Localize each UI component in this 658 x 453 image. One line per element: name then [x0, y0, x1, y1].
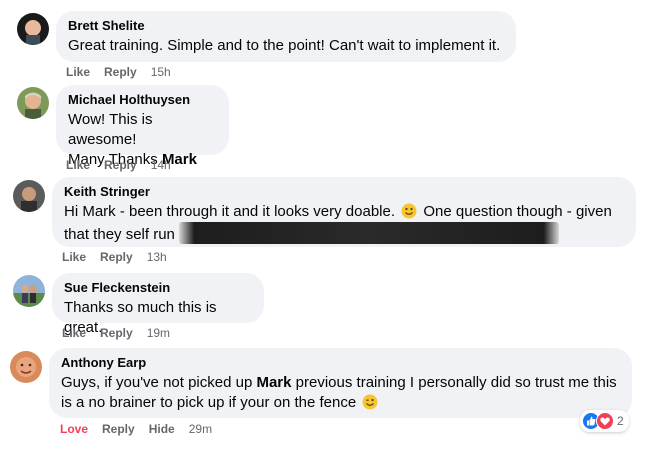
- comment-actions: Love Reply Hide 29m: [60, 421, 212, 437]
- smile-emoji-icon: [401, 203, 417, 219]
- comment-text: Hi Mark - been through it and it looks v…: [64, 203, 396, 220]
- mention-link[interactable]: Mark: [256, 374, 291, 391]
- reaction-summary[interactable]: 2: [580, 410, 629, 432]
- like-button[interactable]: Like: [62, 250, 86, 264]
- reply-button[interactable]: Reply: [102, 422, 135, 436]
- comment-bubble: Sue Fleckenstein Thanks so much this is …: [52, 273, 264, 336]
- reply-button[interactable]: Reply: [100, 250, 133, 264]
- timestamp[interactable]: 13h: [147, 250, 167, 264]
- comment-bubble: Brett Shelite Great training. Simple and…: [56, 11, 516, 62]
- comment-actions: Like Reply 13h: [62, 249, 167, 265]
- comment-actions: Like Reply 15h: [66, 64, 171, 80]
- like-button[interactable]: Like: [66, 158, 90, 172]
- comment-text: Guys, if you've not picked up: [61, 374, 257, 391]
- avatar[interactable]: [10, 351, 42, 383]
- comment-bubble: Michael Holthuysen Wow! This is awesome!…: [56, 85, 229, 168]
- comment-author[interactable]: Brett Shelite: [68, 18, 504, 34]
- reply-button[interactable]: Reply: [100, 326, 133, 340]
- comment-text: Great training. Simple and to the point!…: [68, 37, 501, 54]
- comment-text: that they self run: [64, 226, 175, 243]
- timestamp[interactable]: 29m: [189, 422, 212, 436]
- avatar[interactable]: [17, 13, 49, 45]
- comment-bubble: Keith Stringer Hi Mark - been through it…: [52, 177, 636, 247]
- reaction-count: 2: [617, 414, 624, 428]
- comment-bubble: Anthony Earp Guys, if you've not picked …: [49, 348, 632, 418]
- like-button[interactable]: Like: [66, 65, 90, 79]
- comment-author[interactable]: Keith Stringer: [64, 184, 624, 200]
- comment-text: Wow! This is awesome!: [68, 111, 153, 148]
- comment-author[interactable]: Anthony Earp: [61, 355, 620, 371]
- redacted-block: [179, 222, 560, 244]
- timestamp[interactable]: 19m: [147, 326, 170, 340]
- avatar[interactable]: [17, 87, 49, 119]
- reply-button[interactable]: Reply: [104, 158, 137, 172]
- hide-button[interactable]: Hide: [149, 422, 175, 436]
- comment-actions: Like Reply 19m: [62, 325, 170, 341]
- comment-text: is a no brainer to pick up if your on th…: [61, 394, 357, 411]
- avatar[interactable]: [13, 275, 45, 307]
- comment-author[interactable]: Sue Fleckenstein: [64, 280, 252, 296]
- comment-author[interactable]: Michael Holthuysen: [68, 92, 217, 108]
- reply-button[interactable]: Reply: [104, 65, 137, 79]
- timestamp[interactable]: 14h: [151, 158, 171, 172]
- comment-actions: Like Reply 14h: [66, 157, 171, 173]
- love-icon: [596, 412, 614, 430]
- like-button[interactable]: Like: [62, 326, 86, 340]
- comment-text: previous training I personally did so tr…: [291, 374, 617, 391]
- wink-emoji-icon: [362, 394, 378, 410]
- timestamp[interactable]: 15h: [151, 65, 171, 79]
- comment-text: One question though - given: [423, 203, 612, 220]
- avatar[interactable]: [13, 180, 45, 212]
- love-button[interactable]: Love: [60, 422, 88, 436]
